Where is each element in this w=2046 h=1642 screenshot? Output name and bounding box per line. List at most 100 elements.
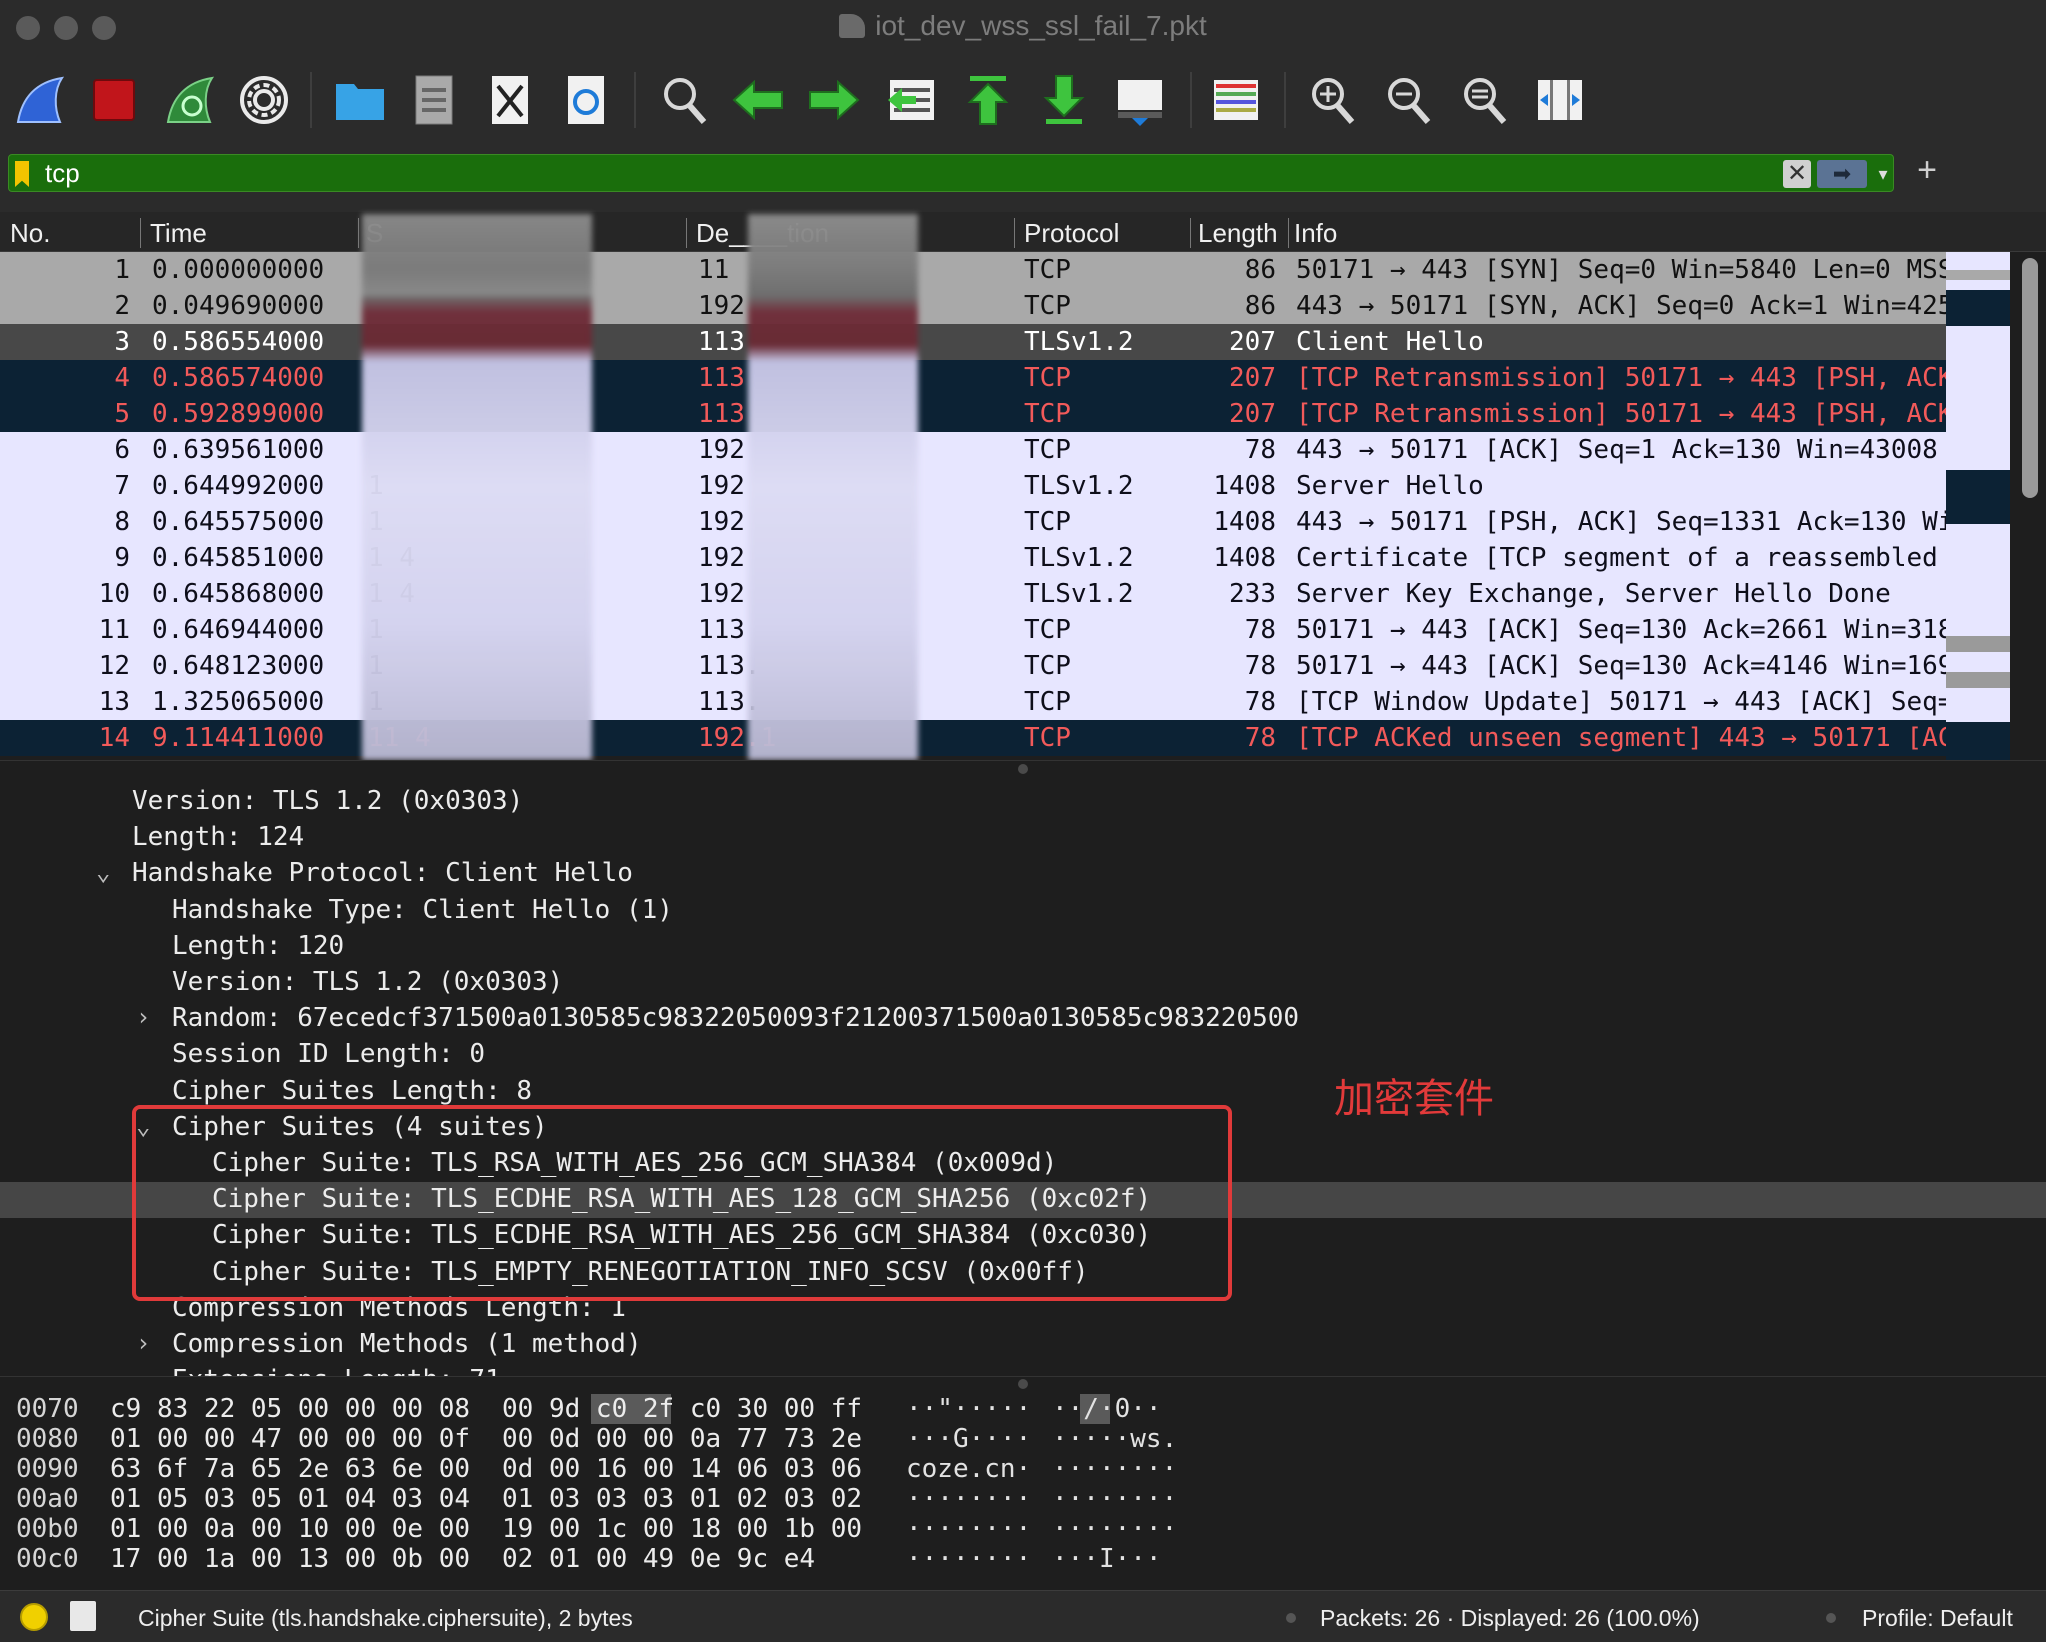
hex-bytes: 0d 00 16 00 14 06 03 06 [502, 1454, 863, 1484]
status-separator [1286, 1613, 1296, 1623]
hex-dump-row[interactable]: 00b0 01 00 0a 00 10 00 0e 00 19 00 1c 00 1… [0, 1514, 2046, 1544]
go-back-icon[interactable] [728, 70, 788, 130]
detail-tree-item[interactable]: Version: TLS 1.2 (0x0303) [0, 784, 2046, 820]
restart-capture-icon[interactable] [160, 70, 220, 130]
details-top-edge [0, 776, 2046, 788]
detail-tree-item[interactable]: Extensions Length: 71 [0, 1363, 2046, 1376]
detail-tree-label: Version: TLS 1.2 (0x0303) [132, 786, 524, 816]
packet-list-scrollbar[interactable] [2018, 252, 2046, 760]
column-divider[interactable] [686, 218, 687, 248]
toolbar-separator [1190, 72, 1192, 128]
display-filter-input[interactable]: tcp ✕ ➡ ▾ [8, 154, 1894, 192]
hex-dump-row[interactable]: 0070 c9 83 22 05 00 00 00 08 00 9d c0 2f c… [0, 1394, 2046, 1424]
packet-destination: 113 [698, 327, 745, 357]
hex-dump-row[interactable]: 0080 01 00 00 47 00 00 00 0f 00 0d 00 00 0… [0, 1424, 2046, 1454]
stop-capture-icon[interactable] [84, 70, 144, 130]
display-filter-value[interactable]: tcp [45, 158, 80, 189]
packet-row[interactable]: 6 0.639561000 192 TCP 78 443 → 50171 [ACK] Se… [0, 432, 2010, 468]
detail-tree-item[interactable]: › Random: 67ecedcf371500a0130585c98322050… [0, 1001, 2046, 1037]
packet-row[interactable]: 3 0.586554000 113 TLSv1.2 207 Client Hello [0, 324, 2010, 360]
splitter-handle[interactable] [1018, 764, 1028, 774]
detail-tree-item[interactable]: Handshake Type: Client Hello (1) [0, 893, 2046, 929]
detail-tree-item[interactable]: Version: TLS 1.2 (0x0303) [0, 965, 2046, 1001]
collapse-chevron-icon[interactable]: ⌄ [96, 858, 110, 886]
column-header-protocol[interactable]: Protocol [1024, 218, 1184, 249]
packet-row[interactable]: 131.3250650001113.TCP78[TCP Window Updat… [0, 684, 2010, 720]
column-divider[interactable] [140, 218, 141, 248]
go-forward-icon[interactable] [804, 70, 864, 130]
packet-row[interactable]: 70.6449920001192TLSv1.21408Server Hello [0, 468, 2010, 504]
packet-row[interactable]: 90.6458510001 4192TLSv1.21408Certificate… [0, 540, 2010, 576]
packet-number: 6 [114, 435, 130, 465]
shark-fin-start-icon[interactable] [10, 70, 70, 130]
hex-bytes: 01 00 0a 00 10 00 0e 00 [110, 1514, 471, 1544]
packet-row[interactable]: 80.6455750001192TCP1408443 → 50171 [PSH,… [0, 504, 2010, 540]
filter-history-chevron-icon[interactable]: ▾ [1873, 157, 1893, 191]
packet-time: 1.325065000 [152, 687, 325, 717]
capture-comment-icon[interactable] [70, 1601, 96, 1631]
find-packet-icon[interactable] [654, 70, 714, 130]
reload-file-icon[interactable] [556, 70, 616, 130]
packet-minimap[interactable] [1946, 252, 2010, 760]
auto-scroll-icon[interactable] [1110, 70, 1170, 130]
hex-dump-row[interactable]: 00a0 01 05 03 05 01 04 03 04 01 03 03 03 0… [0, 1484, 2046, 1514]
add-filter-button-icon[interactable]: + [1912, 148, 1942, 192]
status-profile[interactable]: Profile: Default [1862, 1605, 2013, 1632]
packet-info: 443 → 50171 [PSH, ACK] Seq=1331 Ack=130 … [1296, 507, 1954, 537]
hex-dump-row[interactable]: 00c0 17 00 1a 00 13 00 0b 00 02 01 00 49 0… [0, 1544, 2046, 1574]
pane-splitter[interactable] [0, 760, 2046, 776]
normal-size-icon[interactable] [1454, 70, 1514, 130]
column-header-length[interactable]: Length [1198, 218, 1286, 249]
packet-row[interactable]: 149.11441100011 4192.1TCP78[TCP ACKed un… [0, 720, 2010, 756]
column-header-no[interactable]: No. [10, 218, 130, 249]
packet-number: 3 [114, 327, 130, 357]
detail-tree-label: Handshake Protocol: Client Hello [132, 858, 633, 889]
detail-tree-item[interactable]: Length: 124 [0, 820, 2046, 856]
colorize-icon[interactable] [1206, 70, 1266, 130]
packet-row[interactable]: 2 0.049690000 192 TCP 86 443 → 50171 [SYN, AC… [0, 288, 2010, 324]
packet-row[interactable]: 1 0.000000000 11 TCP 86 50171 → 443 [SYN] Seq… [0, 252, 2010, 288]
detail-tree-label: Compression Methods (1 method) [172, 1329, 642, 1359]
packet-time: 0.644992000 [152, 471, 325, 501]
detail-tree-item[interactable]: Length: 120 [0, 929, 2046, 965]
expand-chevron-icon[interactable]: › [136, 1329, 150, 1357]
detail-tree-item[interactable]: › Compression Methods (1 method) [0, 1327, 2046, 1363]
packet-row[interactable]: 110.6469440001113TCP7850171 → 443 [ACK] … [0, 612, 2010, 648]
save-file-icon[interactable] [404, 70, 464, 130]
column-header-time[interactable]: Time [150, 218, 350, 249]
capture-options-icon[interactable] [234, 70, 294, 130]
expert-info-icon[interactable] [20, 1603, 48, 1631]
hex-bytes: 01 03 03 03 01 02 03 02 [502, 1484, 863, 1514]
close-file-icon[interactable] [480, 70, 540, 130]
scrollbar-thumb[interactable] [2022, 258, 2038, 498]
detail-tree-label: Length: 124 [132, 822, 305, 853]
column-header-info[interactable]: Info [1294, 218, 1494, 249]
pane-splitter[interactable] [0, 1376, 2046, 1390]
bookmark-icon[interactable] [15, 161, 29, 187]
column-divider[interactable] [358, 218, 359, 248]
hex-offset: 00b0 [16, 1514, 79, 1544]
first-packet-icon[interactable] [958, 70, 1018, 130]
packet-row[interactable]: 5 0.592899000 113 TCP 207 [TCP Retransmission… [0, 396, 2010, 432]
detail-tree-item[interactable]: ⌄ Handshake Protocol: Client Hello [0, 856, 2046, 892]
go-to-packet-icon[interactable] [882, 70, 942, 130]
expand-chevron-icon[interactable]: › [136, 1003, 150, 1031]
packet-row[interactable]: 100.6458680001 4192TLSv1.2233Server Key … [0, 576, 2010, 612]
clear-filter-icon[interactable]: ✕ [1783, 160, 1811, 188]
column-divider[interactable] [1014, 218, 1015, 248]
zoom-in-icon[interactable] [1302, 70, 1362, 130]
zoom-out-icon[interactable] [1378, 70, 1438, 130]
last-packet-icon[interactable] [1034, 70, 1094, 130]
hex-bytes: 17 00 1a 00 13 00 0b 00 [110, 1544, 471, 1574]
detail-tree-item[interactable]: Session ID Length: 0 [0, 1037, 2046, 1073]
packet-row[interactable]: 4 0.586574000 113 TCP 207 [TCP Retransmission… [0, 360, 2010, 396]
column-divider[interactable] [1288, 218, 1289, 248]
hex-dump-row[interactable]: 0090 63 6f 7a 65 2e 63 6e 00 0d 00 16 00 1… [0, 1454, 2046, 1484]
column-divider[interactable] [1190, 218, 1191, 248]
ascii-bytes: ········ [906, 1484, 1032, 1514]
apply-filter-icon[interactable]: ➡ [1817, 160, 1867, 188]
packet-row[interactable]: 120.6481230001113.TCP7850171 → 443 [ACK]… [0, 648, 2010, 684]
splitter-handle[interactable] [1018, 1379, 1028, 1389]
open-file-icon[interactable] [330, 70, 390, 130]
resize-columns-icon[interactable] [1530, 70, 1590, 130]
